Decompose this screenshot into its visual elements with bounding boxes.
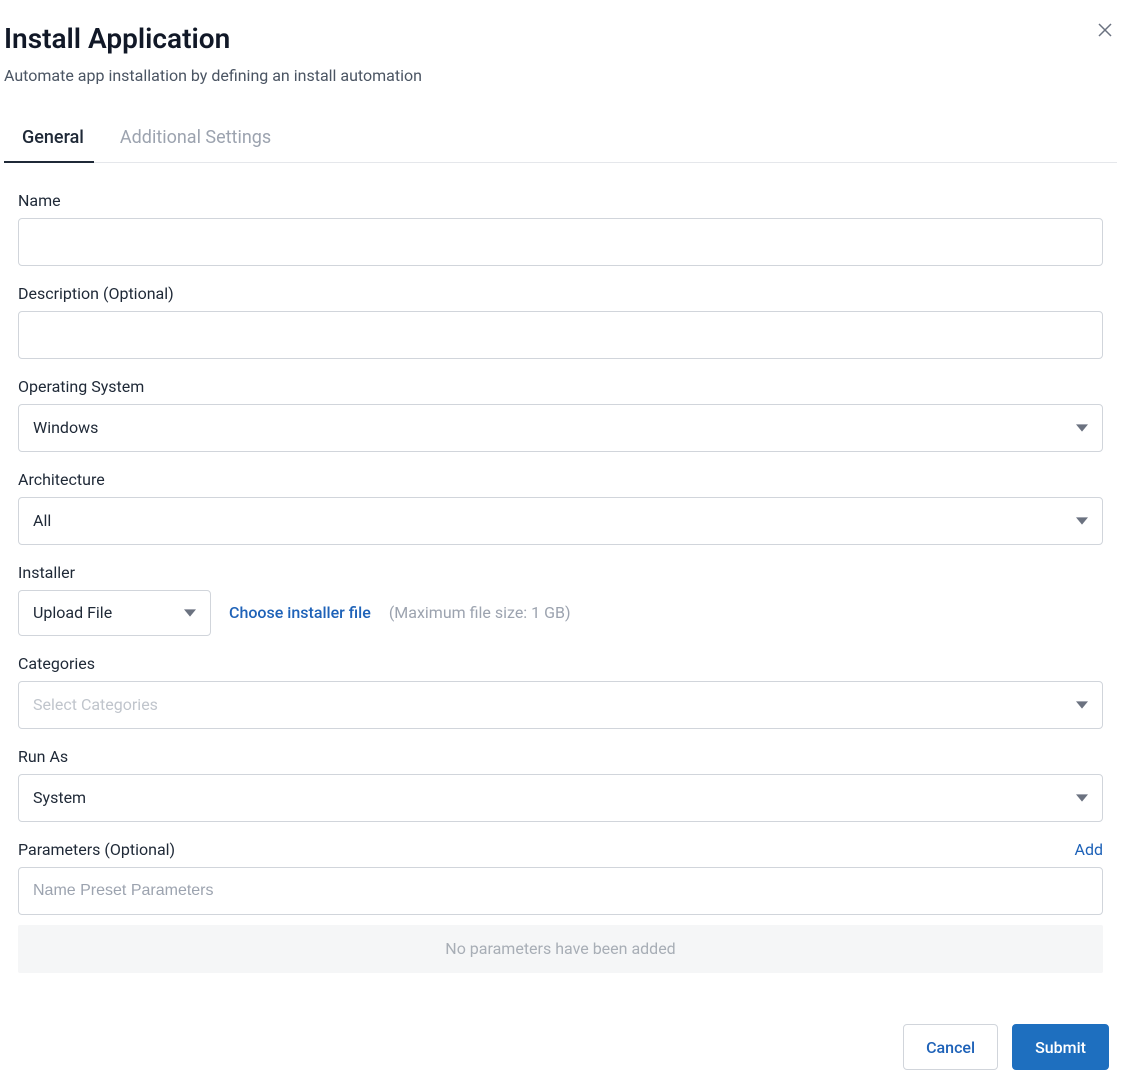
runas-select-value: System	[33, 788, 86, 807]
tabs: General Additional Settings	[4, 127, 1117, 163]
add-parameter-link[interactable]: Add	[1075, 840, 1103, 859]
choose-installer-file-link[interactable]: Choose installer file	[229, 603, 371, 622]
submit-button[interactable]: Submit	[1012, 1024, 1109, 1070]
description-label: Description (Optional)	[18, 284, 1103, 303]
tab-additional-settings[interactable]: Additional Settings	[120, 127, 271, 162]
os-select[interactable]: Windows	[18, 404, 1103, 452]
footer-actions: Cancel Submit	[903, 1024, 1109, 1070]
categories-select-placeholder: Select Categories	[33, 695, 158, 714]
architecture-select[interactable]: All	[18, 497, 1103, 545]
runas-select[interactable]: System	[18, 774, 1103, 822]
caret-down-icon	[184, 607, 196, 619]
cancel-button[interactable]: Cancel	[903, 1024, 998, 1070]
description-input[interactable]	[18, 311, 1103, 359]
categories-label: Categories	[18, 654, 1103, 673]
installer-method-value: Upload File	[33, 603, 112, 622]
architecture-label: Architecture	[18, 470, 1103, 489]
os-label: Operating System	[18, 377, 1103, 396]
close-icon[interactable]	[1097, 22, 1113, 42]
parameters-empty-message: No parameters have been added	[18, 925, 1103, 973]
caret-down-icon	[1076, 792, 1088, 804]
os-select-value: Windows	[33, 418, 98, 437]
page-title: Install Application	[4, 22, 1117, 56]
architecture-select-value: All	[33, 511, 51, 530]
caret-down-icon	[1076, 515, 1088, 527]
page-subtitle: Automate app installation by defining an…	[4, 66, 1117, 85]
caret-down-icon	[1076, 422, 1088, 434]
name-label: Name	[18, 191, 1103, 210]
runas-label: Run As	[18, 747, 1103, 766]
form-general: Name Description (Optional) Operating Sy…	[0, 163, 1121, 973]
installer-label: Installer	[18, 563, 1103, 582]
categories-select[interactable]: Select Categories	[18, 681, 1103, 729]
parameters-label: Parameters (Optional)	[18, 840, 175, 859]
name-input[interactable]	[18, 218, 1103, 266]
caret-down-icon	[1076, 699, 1088, 711]
installer-size-hint: (Maximum file size: 1 GB)	[389, 603, 571, 622]
installer-method-select[interactable]: Upload File	[18, 590, 211, 636]
tab-general[interactable]: General	[22, 127, 84, 162]
parameters-preset-input[interactable]	[18, 867, 1103, 915]
